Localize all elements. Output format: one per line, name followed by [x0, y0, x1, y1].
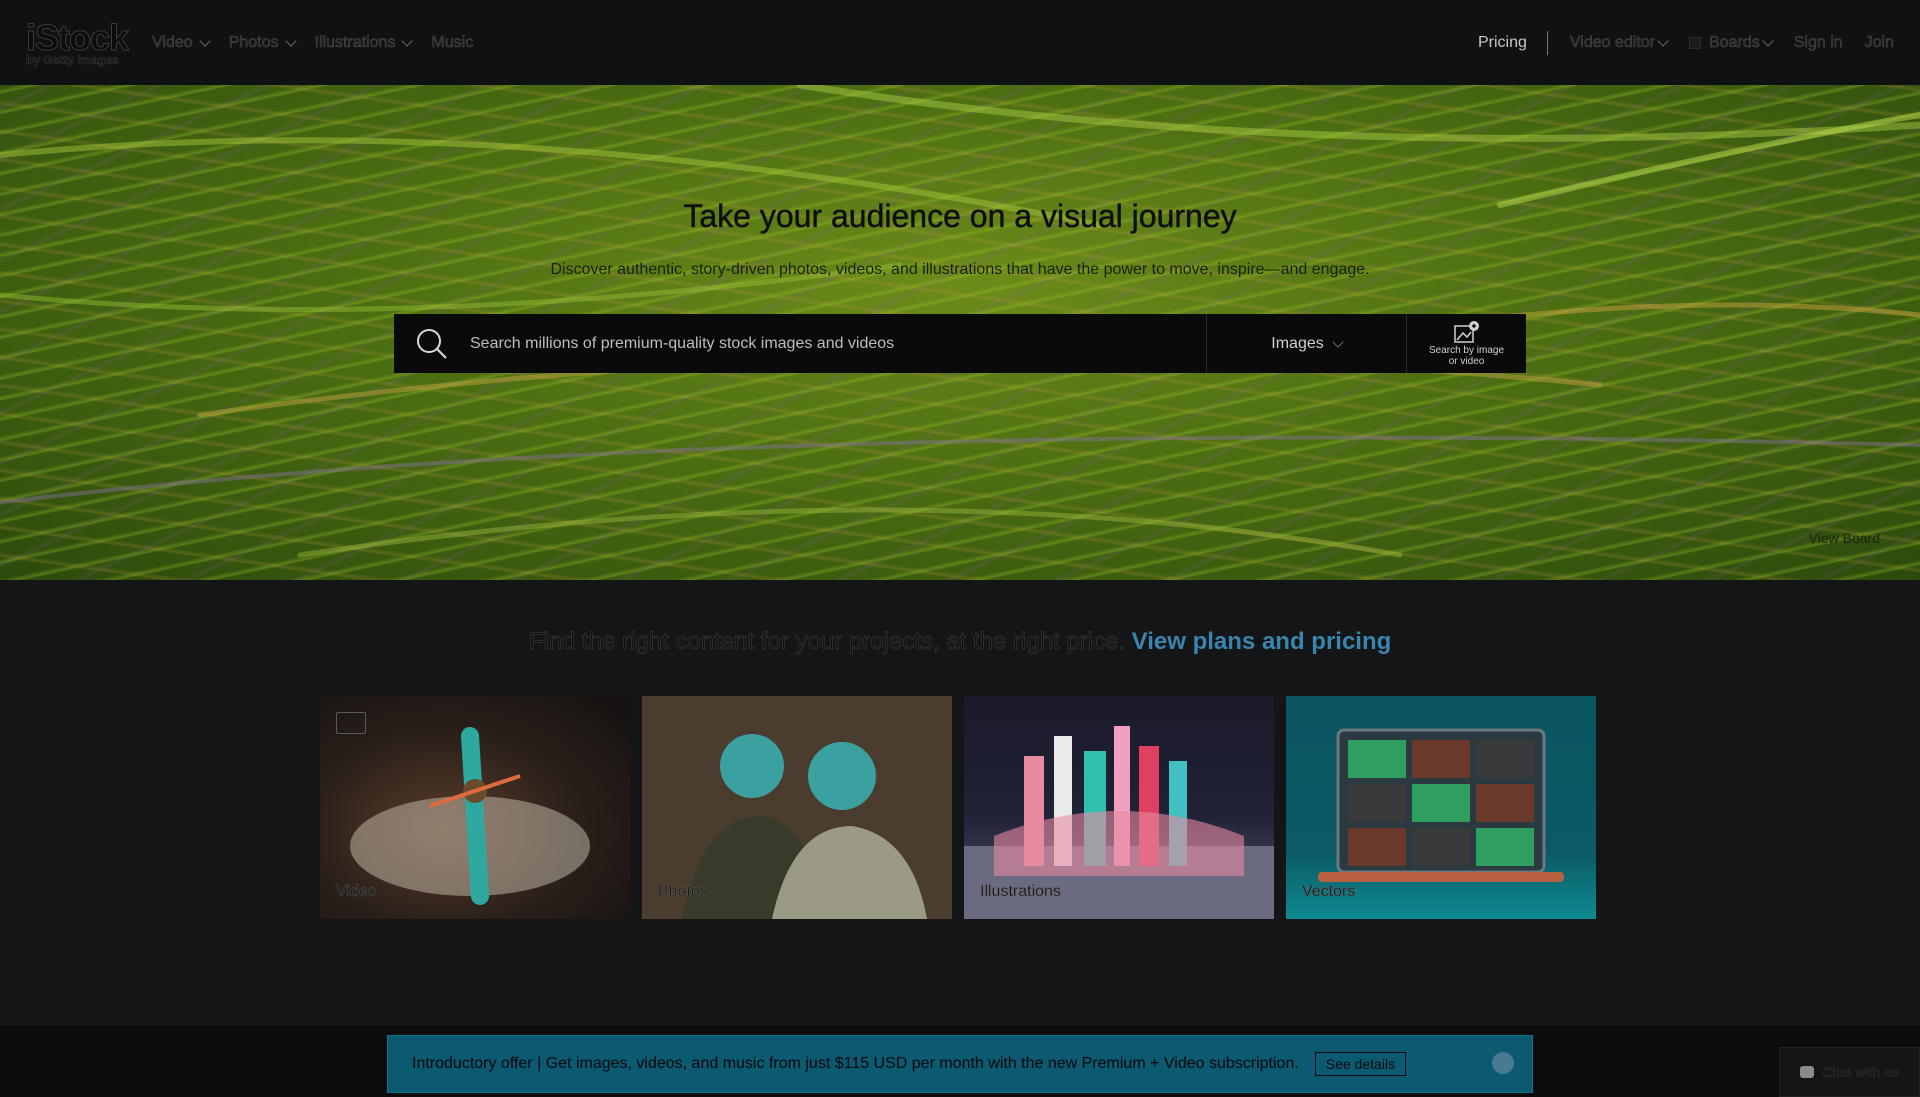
- video-editor-menu[interactable]: Video editor: [1570, 33, 1669, 52]
- nav-music[interactable]: Music: [431, 33, 473, 52]
- see-details-button[interactable]: See details: [1314, 1052, 1407, 1076]
- view-board-link[interactable]: View Board: [1809, 530, 1880, 546]
- nav-video[interactable]: Video: [152, 33, 211, 52]
- boards-icon: [1689, 36, 1702, 49]
- chevron-down-icon: [1657, 34, 1669, 47]
- nav-photos[interactable]: Photos: [228, 33, 297, 52]
- category-label: Illustrations: [980, 883, 1061, 901]
- media-type-select[interactable]: Images: [1206, 314, 1406, 373]
- chevron-down-icon: [284, 34, 297, 47]
- category-card-photos[interactable]: Photos: [642, 696, 952, 919]
- chat-button[interactable]: Chat with us: [1779, 1047, 1920, 1097]
- category-label: Photos: [658, 883, 708, 901]
- search-icon[interactable]: [394, 314, 470, 373]
- category-label: Video: [336, 883, 377, 901]
- logo-subtitle: by Getty Images: [26, 52, 119, 67]
- introductory-offer-banner: Introductory offer | Get images, videos,…: [387, 1035, 1533, 1093]
- category-card-vectors[interactable]: Vectors: [1286, 696, 1596, 919]
- istock-logo[interactable]: iStock by Getty Images: [25, 16, 129, 67]
- hero-subtitle: Discover authentic, story-driven photos,…: [550, 261, 1370, 278]
- boards-menu[interactable]: Boards: [1689, 33, 1774, 52]
- close-icon[interactable]: [1492, 1052, 1514, 1074]
- sign-in-link[interactable]: Sign in: [1793, 33, 1842, 52]
- hero-title: Take your audience on a visual journey: [683, 198, 1237, 235]
- pricing-link[interactable]: Pricing: [1478, 30, 1548, 55]
- top-navigation: iStock by Getty Images Video Photos Illu…: [0, 0, 1920, 85]
- image-search-icon: [1453, 321, 1479, 343]
- join-link[interactable]: Join: [1864, 33, 1894, 52]
- chat-bubble-icon: [1799, 1066, 1814, 1078]
- search-input[interactable]: Search millions of premium-quality stock…: [470, 314, 1206, 373]
- chevron-down-icon: [401, 34, 414, 47]
- category-card-video[interactable]: Video: [320, 696, 630, 919]
- chevron-down-icon: [1762, 34, 1774, 47]
- category-label: Vectors: [1302, 883, 1356, 901]
- search-by-image-button[interactable]: Search by image or video: [1406, 314, 1526, 373]
- category-cards: Video Photos Illustrations Vectors: [320, 696, 1596, 919]
- category-card-illustrations[interactable]: Illustrations: [964, 696, 1274, 919]
- pricing-promo: Find the right content for your projects…: [528, 628, 1392, 656]
- main-nav: Video Photos Illustrations Music: [152, 33, 474, 52]
- video-camera-icon: [336, 712, 366, 734]
- account-nav: Pricing Video editor Boards Sign in Join: [1478, 30, 1894, 55]
- logo-wordmark: iStock: [25, 16, 129, 58]
- chevron-down-icon: [199, 34, 211, 47]
- offer-text: Introductory offer | Get images, videos,…: [412, 1055, 1299, 1072]
- view-plans-link[interactable]: View plans and pricing: [1132, 628, 1392, 655]
- nav-illustrations[interactable]: Illustrations: [314, 33, 414, 52]
- hero-banner: Take your audience on a visual journey D…: [0, 85, 1920, 580]
- search-bar: Search millions of premium-quality stock…: [394, 314, 1526, 373]
- chevron-down-icon: [1332, 335, 1344, 348]
